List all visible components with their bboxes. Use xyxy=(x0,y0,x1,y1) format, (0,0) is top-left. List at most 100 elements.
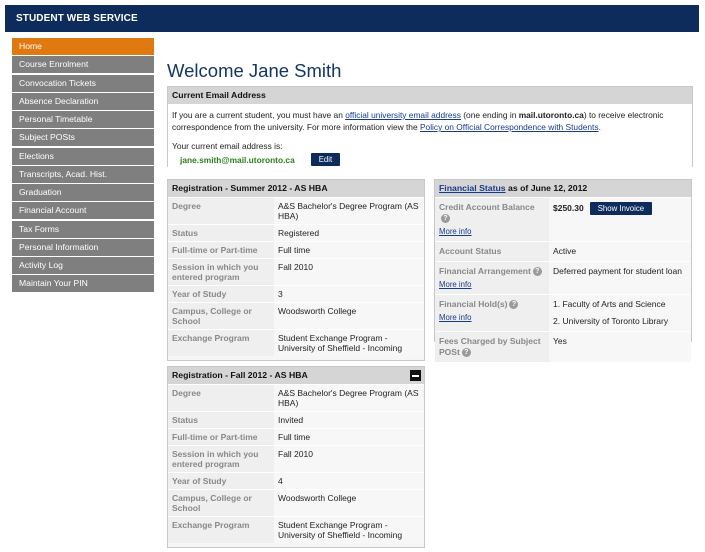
sidebar-item-convocation-tickets[interactable]: Convocation Tickets xyxy=(12,74,154,92)
help-icon[interactable]: ? xyxy=(461,348,471,358)
table-row: Account Status Active xyxy=(435,241,691,262)
field-value: Fall 2010 xyxy=(274,445,424,473)
email-domain: mail.utoronto.ca xyxy=(518,110,584,120)
sidebar-item-home[interactable]: Home xyxy=(12,38,154,55)
field-label: Session in which you entered program xyxy=(168,258,274,286)
field-value: Woodsworth College xyxy=(274,302,424,330)
table-row: Degree A&S Bachelor's Degree Program (AS … xyxy=(168,197,424,225)
email-text: . xyxy=(598,122,601,132)
table-row: Year of Study 3 xyxy=(168,285,424,303)
table-row: Campus, College or School Woodsworth Coll… xyxy=(168,489,424,517)
fees-charged-label: Fees Charged by Subject POSt xyxy=(439,336,541,357)
sidebar-item-maintain-pin[interactable]: Maintain Your PIN xyxy=(12,275,154,293)
financial-status-date: as of June 12, 2012 xyxy=(505,183,588,193)
credit-balance-label: Credit Account Balance xyxy=(439,202,535,212)
holds-more-info-link[interactable]: More info xyxy=(439,312,545,323)
current-email-label: Your current email address is: xyxy=(172,141,283,151)
sidebar-item-financial-account[interactable]: Financial Account xyxy=(12,202,154,220)
sidebar-item-elections[interactable]: Elections xyxy=(12,147,154,165)
sidebar-item-course-enrolment[interactable]: Course Enrolment xyxy=(12,56,154,74)
help-icon[interactable]: ? xyxy=(441,214,450,224)
email-panel-header: Current Email Address xyxy=(168,87,692,104)
sidebar-item-personal-information[interactable]: Personal Information xyxy=(12,238,154,256)
table-row: Financial Arrangement? More info Deferre… xyxy=(435,261,691,295)
field-label: Campus, College or School xyxy=(168,302,274,330)
field-value: 4 xyxy=(274,472,424,490)
table-row: Exchange Program Student Exchange Program… xyxy=(168,516,424,543)
field-value: Student Exchange Program - University of… xyxy=(274,329,424,356)
sidebar-nav: Home Course Enrolment Convocation Ticket… xyxy=(12,38,154,294)
sidebar-item-graduation[interactable]: Graduation xyxy=(12,184,154,201)
financial-arrangement-value: Deferred payment for student loan xyxy=(549,261,691,295)
field-label: Exchange Program xyxy=(168,329,274,356)
field-value: Student Exchange Program - University of… xyxy=(274,516,424,543)
registration-fall-header: Registration - Fall 2012 - AS HBA xyxy=(168,367,424,384)
financial-holds-label: Financial Hold(s) xyxy=(439,299,508,309)
field-value: Full time xyxy=(274,241,424,259)
help-icon[interactable]: ? xyxy=(532,267,542,277)
table-row: Session in which you entered program Fall… xyxy=(168,258,424,286)
field-label: Session in which you entered program xyxy=(168,445,274,473)
table-row: Credit Account Balance? More info $250.3… xyxy=(435,197,691,242)
page-title: Welcome Jane Smith xyxy=(167,60,342,81)
financial-status-link[interactable]: Financial Status xyxy=(439,183,506,193)
financial-status-panel: Financial Status as of June 12, 2012 Cre… xyxy=(434,179,692,362)
registration-fall-panel: Registration - Fall 2012 - AS HBA Degree… xyxy=(167,366,425,548)
field-value: Invited xyxy=(274,411,424,429)
financial-status-header: Financial Status as of June 12, 2012 xyxy=(435,180,691,197)
policy-link[interactable]: Policy on Official Correspondence with S… xyxy=(420,122,599,132)
table-row: Degree A&S Bachelor's Degree Program (AS … xyxy=(168,384,424,412)
field-label: Status xyxy=(168,224,274,242)
field-label: Degree xyxy=(168,197,274,225)
financial-hold-item: 1. Faculty of Arts and Science xyxy=(553,299,666,309)
field-label: Year of Study xyxy=(168,285,274,303)
registration-summer-header: Registration - Summer 2012 - AS HBA xyxy=(168,180,424,197)
sidebar-item-tax-forms[interactable]: Tax Forms xyxy=(12,220,154,238)
show-invoice-button[interactable]: Show Invoice xyxy=(589,202,653,215)
field-value: Registered xyxy=(274,224,424,242)
table-row: Full-time or Part-time Full time xyxy=(168,241,424,259)
app-title: STUDENT WEB SERVICE xyxy=(16,13,138,24)
field-label: Full-time or Part-time xyxy=(168,241,274,259)
table-row: Campus, College or School Woodsworth Coll… xyxy=(168,302,424,330)
top-banner: STUDENT WEB SERVICE xyxy=(5,5,699,32)
table-row: Full-time or Part-time Full time xyxy=(168,428,424,446)
financial-arrangement-label: Financial Arrangement xyxy=(439,266,531,276)
account-status-value: Active xyxy=(549,241,691,262)
credit-more-info-link[interactable]: More info xyxy=(439,226,545,237)
arrangement-more-info-link[interactable]: More info xyxy=(439,279,545,290)
table-row: Session in which you entered program Fall… xyxy=(168,445,424,473)
official-email-link[interactable]: official university email address xyxy=(345,110,461,120)
field-label: Status xyxy=(168,411,274,429)
email-panel: Current Email Address If you are a curre… xyxy=(167,86,693,167)
field-value: 3 xyxy=(274,285,424,303)
current-email-address: jane.smith@mail.utoronto.ca xyxy=(180,154,295,165)
registration-summer-panel: Registration - Summer 2012 - AS HBA Degr… xyxy=(167,179,425,361)
email-panel-body: If you are a current student, you must h… xyxy=(168,104,692,167)
sidebar-item-personal-timetable[interactable]: Personal Timetable xyxy=(12,111,154,128)
collapse-icon[interactable] xyxy=(410,370,421,381)
field-label: Degree xyxy=(168,384,274,412)
field-value: A&S Bachelor's Degree Program (AS HBA) xyxy=(274,384,424,412)
sidebar-item-absence-declaration[interactable]: Absence Declaration xyxy=(12,92,154,110)
help-icon[interactable]: ? xyxy=(509,300,519,310)
sidebar-item-transcripts[interactable]: Transcripts, Acad. Hist. xyxy=(12,165,154,183)
table-row: Status Invited xyxy=(168,411,424,429)
edit-email-button[interactable]: Edit xyxy=(310,153,341,166)
sidebar-item-activity-log[interactable]: Activity Log xyxy=(12,257,154,274)
field-value: Woodsworth College xyxy=(274,489,424,517)
field-value: Fall 2010 xyxy=(274,258,424,286)
field-label: Exchange Program xyxy=(168,516,274,543)
field-label: Campus, College or School xyxy=(168,489,274,517)
table-row: Status Registered xyxy=(168,224,424,242)
email-info-text: If you are a current student, you must h… xyxy=(172,109,688,133)
credit-balance-value: $250.30 xyxy=(553,203,584,213)
email-text: If you are a current student, you must h… xyxy=(172,110,346,120)
email-text: (one ending in xyxy=(460,110,519,120)
account-status-label: Account Status xyxy=(435,241,549,262)
field-value: Full time xyxy=(274,428,424,446)
sidebar-item-subject-posts[interactable]: Subject POSts xyxy=(12,129,154,147)
financial-hold-item: 2. University of Toronto Library xyxy=(553,316,669,326)
table-row: Exchange Program Student Exchange Program… xyxy=(168,329,424,356)
fees-charged-value: Yes xyxy=(549,331,691,362)
